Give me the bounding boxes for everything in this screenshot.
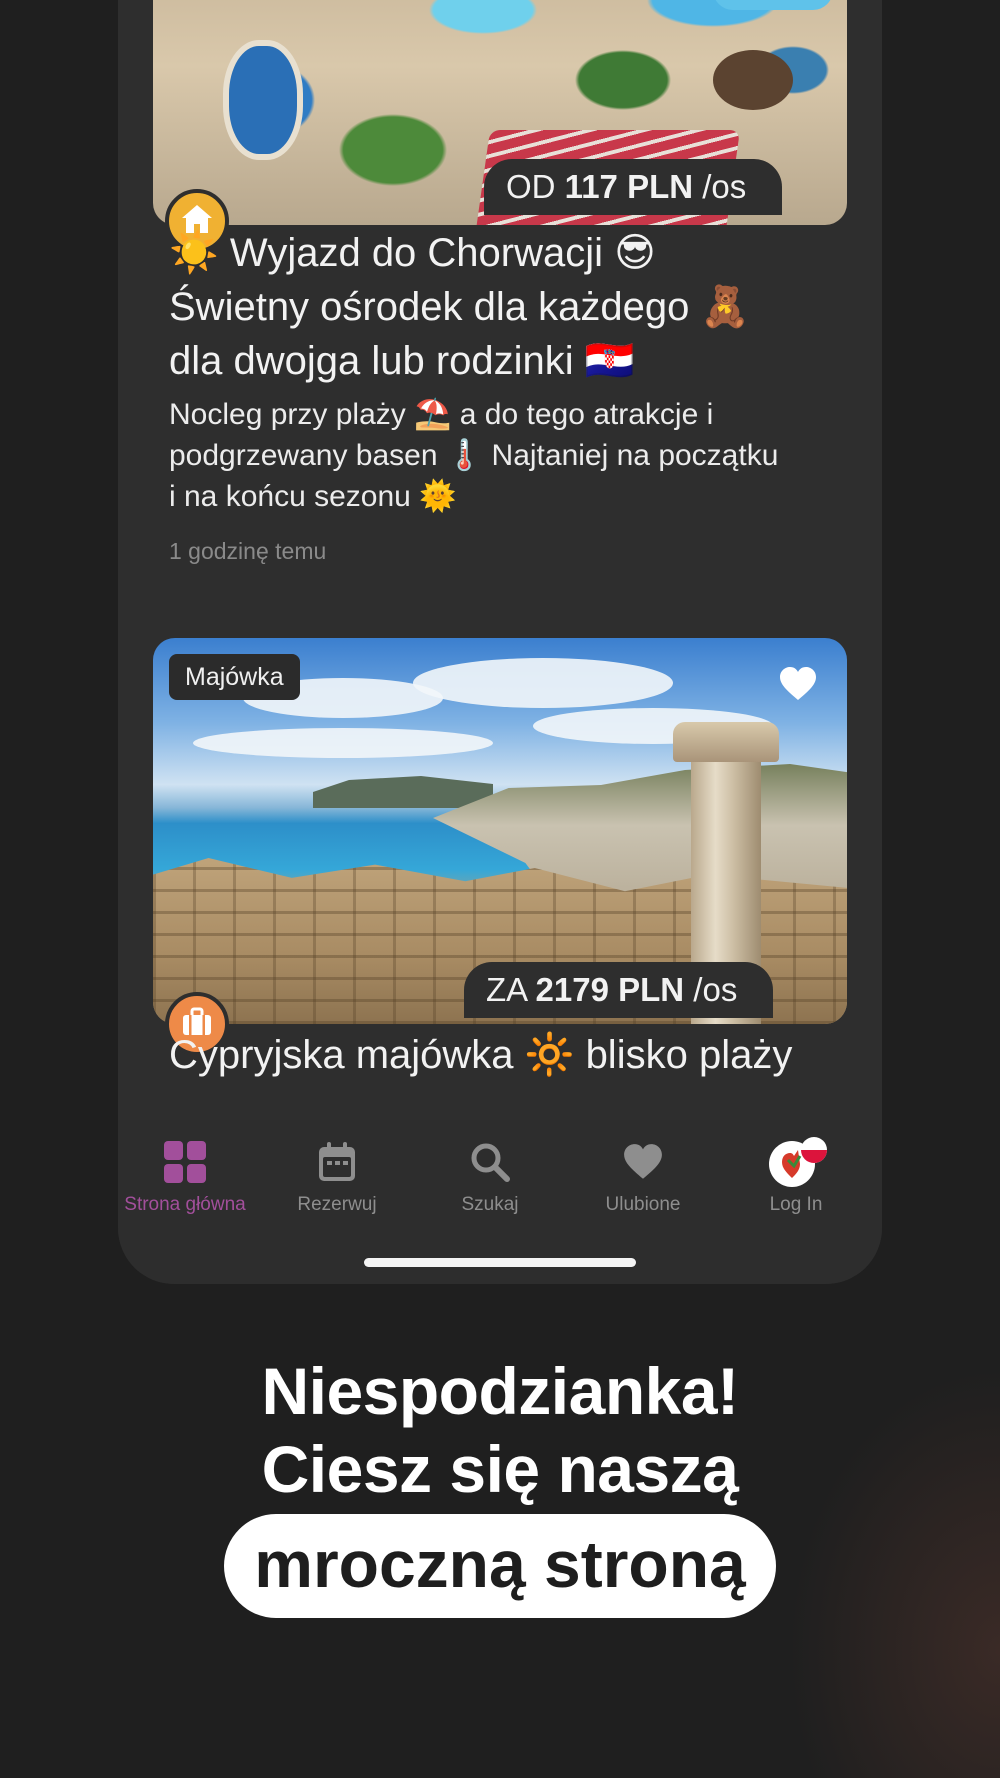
tab-label: Rezerwuj (297, 1194, 377, 1215)
offer-timestamp: 1 godzinę temu (169, 538, 327, 564)
tab-favorites[interactable]: Ulubione (568, 1138, 718, 1216)
tab-book[interactable]: Rezerwuj (262, 1138, 412, 1216)
tab-label: Log In (769, 1194, 823, 1215)
promo-line-1: Niespodzianka! (261, 1354, 739, 1428)
tab-login[interactable]: Log In (721, 1137, 871, 1216)
tab-label: Szukaj (461, 1194, 519, 1215)
price-tag: ZA 2179 PLN /os (464, 962, 774, 1018)
price-suffix: /os (702, 168, 747, 205)
price-tag: OD 117 PLN /os (484, 159, 783, 215)
offer-description: Nocleg przy plaży ⛱️ a do tego atrakcje … (169, 398, 779, 513)
phone-frame: OD 117 PLN /os ☀️ Wyjazd do Chorwacji 😎 … (118, 0, 882, 1284)
offer-title[interactable]: Cypryjska majówka 🔆 blisko plaży (169, 1028, 849, 1082)
tab-search[interactable]: Szukaj (415, 1138, 565, 1216)
offers-feed[interactable]: OD 117 PLN /os ☀️ Wyjazd do Chorwacji 😎 … (118, 0, 882, 1120)
tab-label: Strona główna (124, 1194, 246, 1215)
price-value: 117 PLN (564, 168, 694, 205)
calendar-icon (262, 1138, 412, 1186)
favorite-heart-icon[interactable] (778, 666, 818, 702)
price-prefix: OD (506, 168, 556, 205)
category-tag: Majówka (169, 654, 300, 700)
offer-title[interactable]: ☀️ Wyjazd do Chorwacji 😎 Świetny ośrodek… (169, 226, 849, 388)
price-suffix: /os (693, 971, 738, 1008)
promo-highlight: mroczną stroną (224, 1514, 776, 1618)
promo-caption: Niespodzianka! Ciesz się naszą mroczną s… (0, 1352, 1000, 1618)
price-prefix: ZA (486, 971, 527, 1008)
home-indicator[interactable] (364, 1258, 636, 1267)
grid-icon (118, 1138, 260, 1186)
heart-icon (568, 1138, 718, 1186)
price-value: 2179 PLN (535, 971, 685, 1008)
tab-home[interactable]: Strona główna (118, 1138, 260, 1216)
search-icon (415, 1138, 565, 1186)
avatar-icon (721, 1137, 871, 1187)
promo-line-2: Ciesz się naszą (261, 1432, 739, 1506)
tab-label: Ulubione (605, 1194, 681, 1215)
